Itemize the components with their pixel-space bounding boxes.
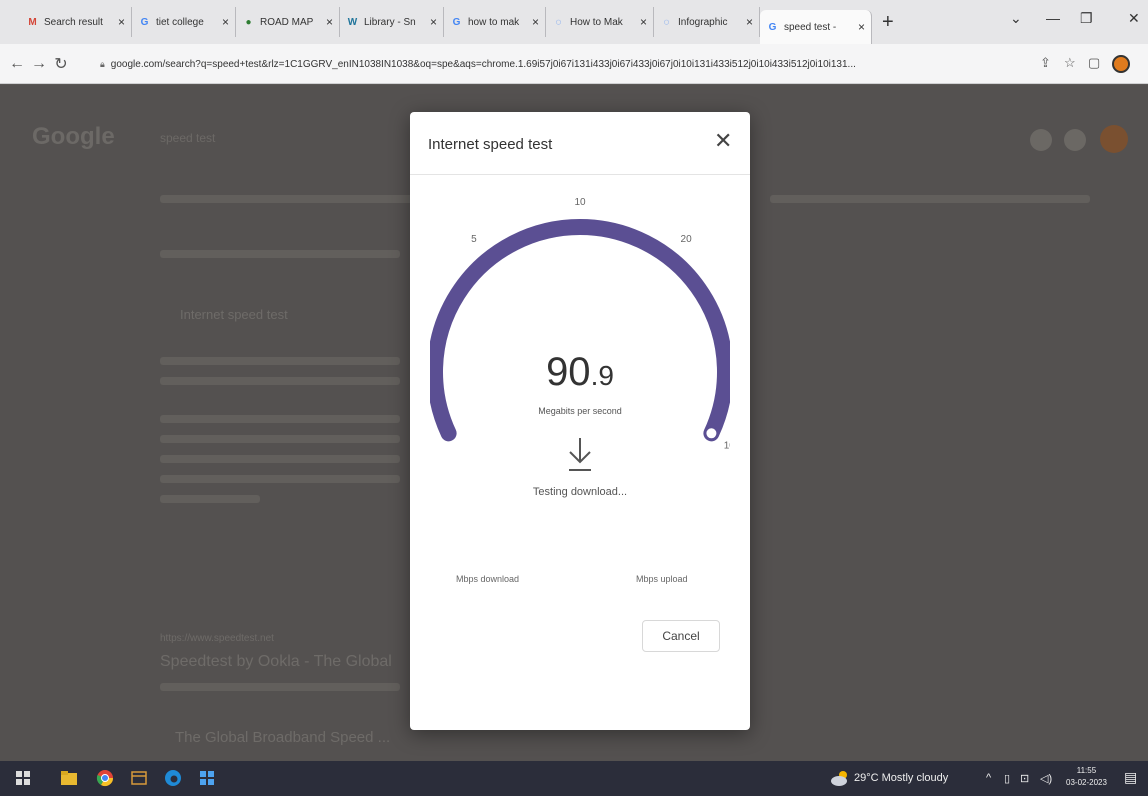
result-heading: Internet speed test xyxy=(180,307,288,322)
edge-icon[interactable] xyxy=(164,769,182,787)
network-icon[interactable]: ⊡ xyxy=(1020,772,1029,785)
result-text-line xyxy=(160,455,400,463)
close-icon[interactable]: × xyxy=(430,15,437,29)
speed-integer: 90 xyxy=(546,350,591,394)
tab-road-map[interactable]: ● ROAD MAP × xyxy=(236,7,340,37)
filter-row xyxy=(770,195,1090,203)
side-panel-icon[interactable]: ▢ xyxy=(1088,55,1100,71)
result-bottom-title: The Global Broadband Speed ... xyxy=(175,729,391,746)
upload-label: Mbps upload xyxy=(636,574,688,584)
test-status: Testing download... xyxy=(532,486,628,498)
loading-icon: ◌ xyxy=(555,16,562,28)
close-icon[interactable]: × xyxy=(858,20,865,34)
close-icon[interactable]: × xyxy=(746,15,753,29)
globe-icon: ● xyxy=(245,16,252,28)
close-icon[interactable]: × xyxy=(532,15,539,29)
result-text-line xyxy=(160,415,400,423)
volume-icon[interactable]: ◁) xyxy=(1040,772,1052,785)
result-text-line xyxy=(160,377,400,385)
tab-how-to-make[interactable]: G how to mak × xyxy=(444,7,546,37)
wordpress-icon: W xyxy=(347,16,358,28)
search-query: speed test xyxy=(160,131,216,145)
filter-row xyxy=(160,195,420,203)
close-window-icon[interactable]: ✕ xyxy=(1128,10,1140,27)
gauge-tick-label: 100+ xyxy=(724,440,730,451)
forward-arrow-icon[interactable]: → xyxy=(28,55,50,73)
tab-search-result[interactable]: M Search result × xyxy=(20,7,132,37)
back-arrow-icon[interactable]: ← xyxy=(6,55,28,73)
result-text-line xyxy=(160,435,400,443)
cancel-button[interactable]: Cancel xyxy=(642,620,720,652)
weather-cloud-icon xyxy=(831,771,847,786)
dialog-divider xyxy=(410,174,750,175)
result-text-line xyxy=(160,475,400,483)
windows-start-icon[interactable] xyxy=(16,771,30,785)
close-icon[interactable]: × xyxy=(640,15,647,29)
battery-icon[interactable]: ▯ xyxy=(1004,772,1010,785)
chrome-icon[interactable] xyxy=(96,769,114,787)
notification-icon[interactable]: ▤ xyxy=(1124,769,1137,786)
speed-test-dialog: Internet speed test ✕ 015102050100+ 90.9… xyxy=(410,112,750,730)
address-bar[interactable]: 🔒︎ google.com/search?q=speed+test&rlz=1C… xyxy=(100,52,1030,76)
tray-chevron-icon[interactable]: ^ xyxy=(986,772,991,784)
result-text-line xyxy=(160,495,260,503)
minimize-icon[interactable]: — xyxy=(1046,10,1060,26)
lock-icon: 🔒︎ xyxy=(100,58,105,69)
share-icon[interactable]: ⇪ xyxy=(1040,55,1051,71)
windows-taskbar: 29°C Mostly cloudy ^ ▯ ⊡ ◁) 11:55 03-02-… xyxy=(0,761,1148,796)
speed-unit: Megabits per second xyxy=(538,406,622,416)
close-icon[interactable]: × xyxy=(118,15,125,29)
gauge-needle-knob xyxy=(704,426,719,441)
download-label: Mbps download xyxy=(456,574,520,584)
restore-icon[interactable]: ❐ xyxy=(1080,10,1093,27)
file-explorer-icon[interactable] xyxy=(60,769,78,787)
tab-how-to-make-2[interactable]: ◌ How to Mak × xyxy=(546,7,654,37)
weather-status[interactable]: 29°C Mostly cloudy xyxy=(854,772,948,784)
dialog-title: Internet speed test xyxy=(428,136,553,153)
profile-avatar[interactable] xyxy=(1112,55,1130,73)
taskbar-clock[interactable]: 11:55 03-02-2023 xyxy=(1066,765,1107,789)
gauge-tick-label: 20 xyxy=(681,234,693,245)
result-text-line xyxy=(160,357,400,365)
tab-search-chevron-icon[interactable]: ⌄ xyxy=(1010,10,1022,27)
apps-grid-icon xyxy=(1064,129,1086,151)
tab-infographic[interactable]: ◌ Infographic × xyxy=(654,7,760,37)
result-link-url: https://www.speedtest.net xyxy=(160,633,274,644)
tab-speed-test[interactable]: G speed test - × xyxy=(760,10,872,44)
google-icon: G xyxy=(452,16,461,28)
google-icon: G xyxy=(140,16,149,28)
result-stats xyxy=(160,250,400,258)
close-icon[interactable]: × xyxy=(222,15,229,29)
account-avatar xyxy=(1100,125,1128,153)
loading-icon: ◌ xyxy=(663,16,670,28)
new-tab-button[interactable]: + xyxy=(882,11,894,34)
result-text-line xyxy=(160,683,400,691)
tab-tiet-college[interactable]: G tiet college × xyxy=(132,7,236,37)
tab-library[interactable]: W Library - Sn × xyxy=(340,7,444,37)
clock-time: 11:55 xyxy=(1076,766,1097,775)
close-icon[interactable]: ✕ xyxy=(714,128,732,154)
gauge-tick-label: 10 xyxy=(574,197,586,208)
gauge-fill xyxy=(430,219,730,442)
reload-icon[interactable]: ↻ xyxy=(50,54,72,74)
calendar-app-icon[interactable] xyxy=(130,769,148,787)
browser-toolbar: ← → ↻ 🔒︎ google.com/search?q=speed+test&… xyxy=(0,44,1148,84)
speed-decimal: .9 xyxy=(590,360,614,391)
google-icon: G xyxy=(768,21,777,33)
speed-value: 90.9 xyxy=(410,350,750,395)
settings-gear-icon xyxy=(1030,129,1052,151)
gmail-icon: M xyxy=(28,16,37,28)
url-text: google.com/search?q=speed+test&rlz=1C1GG… xyxy=(110,58,856,70)
gauge-tick-label: 5 xyxy=(471,234,477,245)
bookmark-star-icon[interactable]: ☆ xyxy=(1064,55,1076,71)
download-arrow-icon xyxy=(569,438,591,471)
result-link-title: Speedtest by Ookla - The Global xyxy=(160,653,392,670)
google-logo: Google xyxy=(32,123,115,150)
close-icon[interactable]: × xyxy=(326,15,333,29)
tab-strip: M Search result × G tiet college × ● ROA… xyxy=(0,0,1148,44)
clock-date: 03-02-2023 xyxy=(1066,778,1107,787)
store-app-icon[interactable] xyxy=(198,769,216,787)
